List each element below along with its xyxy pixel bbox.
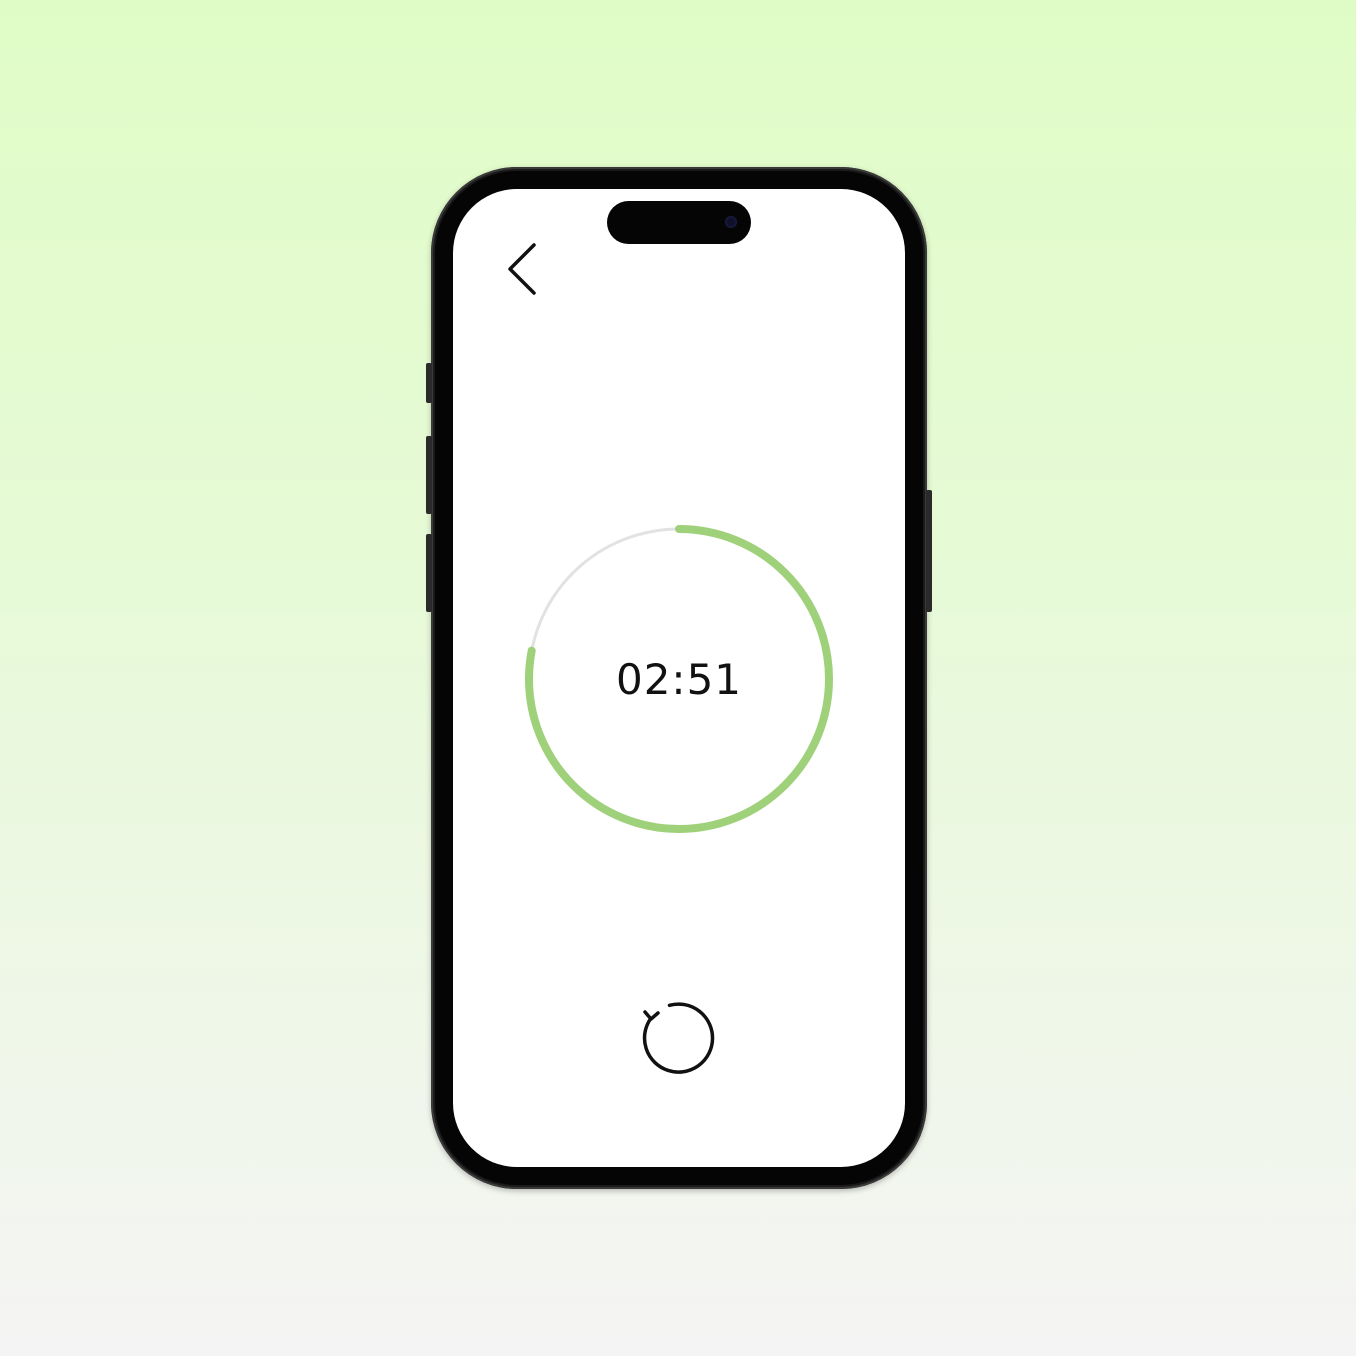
countdown-timer: 02:51: [524, 524, 834, 834]
mute-switch: [426, 363, 432, 403]
back-button[interactable]: [500, 240, 544, 298]
camera-icon: [725, 216, 737, 228]
dynamic-island: [607, 201, 751, 244]
power-button: [926, 490, 932, 612]
refresh-icon: [642, 1002, 715, 1074]
volume-up-button: [426, 436, 432, 514]
reset-button[interactable]: [636, 996, 720, 1080]
chevron-left-icon: [508, 243, 536, 295]
volume-down-button: [426, 534, 432, 612]
time-remaining: 02:51: [615, 654, 743, 704]
